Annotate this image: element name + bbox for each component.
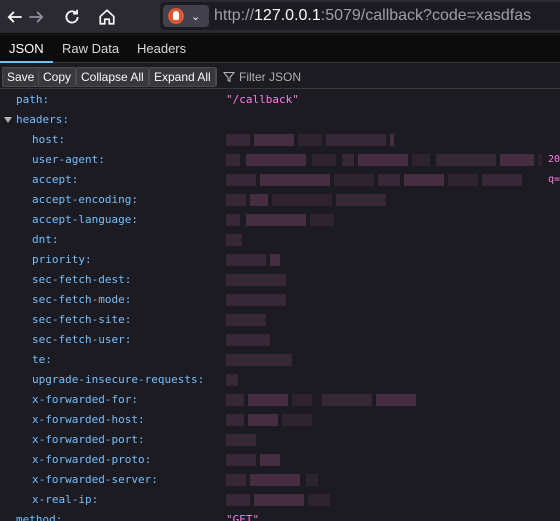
tree-row-header[interactable]: accept-language: xyxy=(0,210,560,230)
json-key: host: xyxy=(32,133,66,146)
duckduckgo-icon xyxy=(168,8,184,24)
json-key: x-forwarded-proto: xyxy=(32,453,152,466)
tree-row-header[interactable]: accept: q= xyxy=(0,170,560,190)
expand-twisty-icon[interactable] xyxy=(4,117,12,123)
tree-row-headers[interactable]: headers: xyxy=(0,110,560,130)
url-text[interactable]: http://127.0.0.1:5079/callback?code=xasd… xyxy=(214,7,531,25)
tab-headers[interactable]: Headers xyxy=(128,35,195,63)
json-key: upgrade-insecure-requests: xyxy=(32,373,205,386)
url-bar[interactable]: ⌄ http://127.0.0.1:5079/callback?code=xa… xyxy=(160,2,560,30)
viewer-tabs: JSON Raw Data Headers xyxy=(0,35,560,63)
json-key: accept-language: xyxy=(32,213,138,226)
tree-row-header[interactable]: host: xyxy=(0,130,560,150)
tree-row-header[interactable]: sec-fetch-user: xyxy=(0,330,560,350)
json-key: method: xyxy=(16,513,63,521)
tree-row-header[interactable]: priority: xyxy=(0,250,560,270)
forward-arrow-icon xyxy=(29,11,44,23)
json-key: priority: xyxy=(32,253,92,266)
tree-row-header[interactable]: x-forwarded-host: xyxy=(0,410,560,430)
url-scheme: http:// xyxy=(214,7,255,24)
reload-icon xyxy=(65,9,79,24)
json-key: accept-encoding: xyxy=(32,193,138,206)
json-key: x-forwarded-server: xyxy=(32,473,158,486)
json-key: sec-fetch-user: xyxy=(32,333,132,346)
tree-row-header[interactable]: x-forwarded-server: xyxy=(0,470,560,490)
tab-raw-data[interactable]: Raw Data xyxy=(53,35,128,63)
json-key: dnt: xyxy=(32,233,59,246)
json-key: user-agent: xyxy=(32,153,105,166)
truncated-value-fragment: q= xyxy=(548,174,560,185)
filter-json-input[interactable]: Filter JSON xyxy=(223,68,301,86)
json-tree: path: "/callback" headers: method: "GET"… xyxy=(0,90,560,521)
json-toolbar: Save Copy Collapse All Expand All Filter… xyxy=(0,64,560,89)
toolbar-divider xyxy=(216,68,217,86)
json-key: x-real-ip: xyxy=(32,493,99,506)
json-value: "/callback" xyxy=(226,93,299,106)
url-host: 127.0.0.1 xyxy=(254,7,321,24)
json-key: path: xyxy=(16,93,50,106)
filter-icon xyxy=(223,71,235,83)
json-key: sec-fetch-site: xyxy=(32,313,132,326)
home-button[interactable] xyxy=(95,5,119,29)
json-key: sec-fetch-mode: xyxy=(32,293,132,306)
tree-row-header[interactable]: dnt: xyxy=(0,230,560,250)
tree-row-header[interactable]: x-forwarded-proto: xyxy=(0,450,560,470)
json-value: "GET" xyxy=(226,513,260,521)
json-key: x-forwarded-port: xyxy=(32,433,145,446)
tree-row-header[interactable]: x-forwarded-for: xyxy=(0,390,560,410)
save-button[interactable]: Save xyxy=(2,67,40,87)
tree-row-header[interactable]: upgrade-insecure-requests: xyxy=(0,370,560,390)
tree-row-header[interactable]: accept-encoding: xyxy=(0,190,560,210)
json-key: x-forwarded-for: xyxy=(32,393,138,406)
reload-button[interactable] xyxy=(60,5,84,29)
truncated-value-fragment: 20 xyxy=(548,154,560,165)
json-key: x-forwarded-host: xyxy=(32,413,145,426)
chevron-down-icon: ⌄ xyxy=(191,9,201,23)
tree-row-path[interactable]: path: "/callback" xyxy=(0,90,560,110)
search-engine-button[interactable]: ⌄ xyxy=(163,5,209,27)
collapse-all-button[interactable]: Collapse All xyxy=(76,67,149,87)
tab-json[interactable]: JSON xyxy=(0,35,53,63)
json-key: sec-fetch-dest: xyxy=(32,273,132,286)
back-arrow-icon xyxy=(7,11,22,23)
tree-row-header[interactable]: sec-fetch-site: xyxy=(0,310,560,330)
tree-row-header[interactable]: te: xyxy=(0,350,560,370)
tree-row-header[interactable]: user-agent: 20 xyxy=(0,150,560,170)
tree-row-header[interactable]: sec-fetch-mode: xyxy=(0,290,560,310)
expand-all-button[interactable]: Expand All xyxy=(149,67,216,87)
forward-button[interactable] xyxy=(24,5,48,29)
url-path: :5079/callback?code=xasdfas xyxy=(320,7,532,24)
tree-row-header[interactable]: sec-fetch-dest: xyxy=(0,270,560,290)
home-icon xyxy=(99,9,115,25)
tree-row-header[interactable]: x-forwarded-port: xyxy=(0,430,560,450)
tree-row-method[interactable]: method: "GET" xyxy=(0,510,560,521)
browser-toolbar: ⌄ http://127.0.0.1:5079/callback?code=xa… xyxy=(0,0,560,34)
filter-placeholder: Filter JSON xyxy=(239,70,302,84)
json-key: accept: xyxy=(32,173,79,186)
json-key: headers: xyxy=(16,113,69,126)
json-key: te: xyxy=(32,353,52,366)
copy-button[interactable]: Copy xyxy=(38,67,77,87)
tree-row-header[interactable]: x-real-ip: xyxy=(0,490,560,510)
